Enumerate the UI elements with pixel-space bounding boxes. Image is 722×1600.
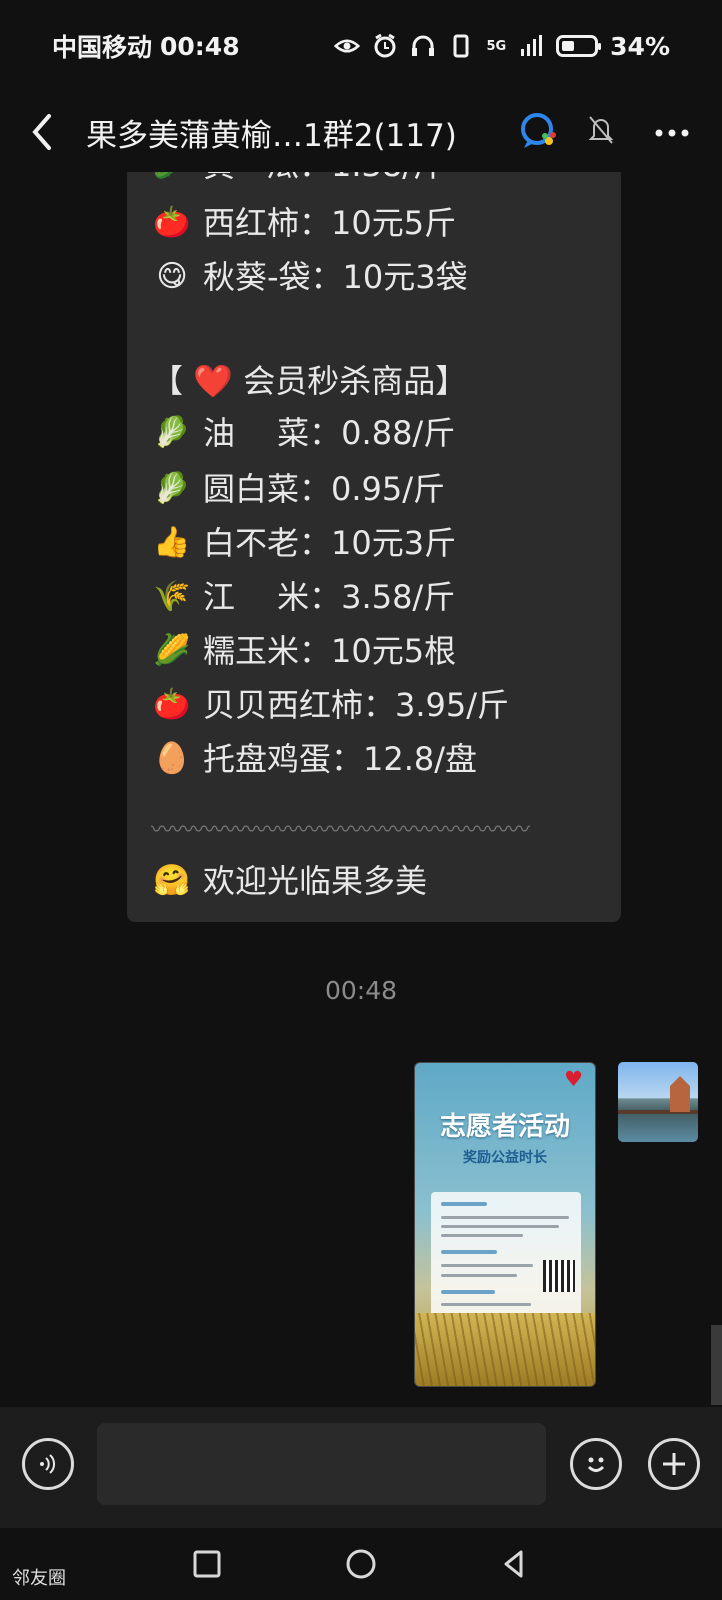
emoji-button[interactable] xyxy=(570,1438,622,1490)
rice-icon: 🌾 xyxy=(153,579,191,614)
section-title: 【 ❤️ 会员秒杀商品】 xyxy=(151,362,468,400)
message-line: 🥬 圆白菜：0.95/斤 xyxy=(151,462,445,516)
thumbs-up-icon: 👍 xyxy=(153,525,191,560)
status-right: 5G 34% xyxy=(334,32,670,61)
tomato-icon: 🍅 xyxy=(153,205,191,240)
poster-card-line xyxy=(441,1274,517,1277)
status-time: 00:48 xyxy=(160,31,240,61)
network-label: 5G xyxy=(486,38,507,54)
message-line: 🍅 贝贝西红柿：3.95/斤 xyxy=(151,678,509,732)
message-text: 油 菜：0.88/斤 xyxy=(203,414,456,452)
phone-battery-icon xyxy=(448,34,474,58)
headphones-icon xyxy=(410,34,436,58)
corn-icon: 🌽 xyxy=(153,633,191,668)
signal-icon xyxy=(518,34,544,58)
square-recent-apps-icon[interactable] xyxy=(191,1548,223,1580)
heart-logo-icon: ♥ xyxy=(564,1067,583,1091)
chat-title: 果多美蒲黄榆…1群2(117) xyxy=(86,117,457,154)
egg-icon: 🥚 xyxy=(153,741,191,776)
voice-input-button[interactable] xyxy=(22,1438,74,1490)
message-line: 🥒 黄 瓜：1.38/斤 xyxy=(151,172,445,192)
message-timestamp: 00:48 xyxy=(324,976,398,1005)
poster-card-line xyxy=(441,1303,531,1306)
sender-photo-avatar[interactable] xyxy=(618,1062,698,1142)
more-icon xyxy=(655,129,689,136)
message-text: 秋葵-袋：10元3袋 xyxy=(203,258,468,296)
message-line: 🌾 江 米：3.58/斤 xyxy=(151,570,455,624)
wavy-divider: 〰〰〰〰〰〰〰〰〰〰〰〰〰〰〰〰〰〰 xyxy=(151,818,530,834)
poster-title: 志愿者活动 xyxy=(439,1112,570,1142)
leafy-green-icon: 🥬 xyxy=(153,471,191,506)
message-text: 黄 瓜：1.38/斤 xyxy=(203,172,445,192)
poster-card-line xyxy=(441,1250,497,1254)
system-navigation-bar: 邻友圈 xyxy=(0,1528,722,1600)
hug-icon: 🤗 xyxy=(153,863,191,898)
incoming-message-bubble[interactable]: 🥒 黄 瓜：1.38/斤 🍅 西红柿：10元5斤 😋 秋葵-袋：10元3袋 【 ❤️ … xyxy=(127,172,621,922)
eye-icon xyxy=(334,34,361,58)
carrier-label: 中国移动 xyxy=(52,33,153,62)
poster-subtitle: 奖励公益时长 xyxy=(463,1150,547,1166)
message-line: 🤗 欢迎光临果多美 xyxy=(151,854,427,908)
chat-area[interactable]: 🥒 黄 瓜：1.38/斤 🍅 西红柿：10元5斤 😋 秋葵-袋：10元3袋 【 ❤️ … xyxy=(0,172,722,1407)
wheat-field-image xyxy=(415,1313,595,1386)
poster-info-card xyxy=(431,1192,581,1332)
message-line: 🍅 西红柿：10元5斤 xyxy=(151,196,456,250)
poster-card-line xyxy=(441,1264,533,1267)
alarm-icon xyxy=(372,33,398,58)
triangle-back-icon[interactable] xyxy=(498,1548,530,1580)
message-text: 欢迎光临果多美 xyxy=(203,862,428,900)
message-text: 托盘鸡蛋：12.8/盘 xyxy=(203,740,478,778)
battery-percent: 34% xyxy=(610,31,670,61)
more-menu-button[interactable] xyxy=(654,123,690,142)
tomato-icon: 🍅 xyxy=(153,687,191,722)
add-attachment-button[interactable] xyxy=(648,1438,700,1490)
message-text: 西红柿：10元5斤 xyxy=(203,204,457,242)
volunteer-poster-image[interactable]: ♥ 志愿者活动 奖励公益时长 xyxy=(414,1062,596,1387)
status-bar: 中国移动 00:48 5G 34% xyxy=(0,0,722,92)
battery-fill xyxy=(562,41,574,51)
mute-bell-icon[interactable] xyxy=(588,115,614,149)
message-input[interactable] xyxy=(97,1423,546,1505)
message-text: 贝贝西红柿：3.95/斤 xyxy=(203,686,510,724)
message-text: 圆白菜：0.95/斤 xyxy=(203,470,446,508)
poster-card-line xyxy=(441,1216,569,1219)
chevron-left-icon xyxy=(32,114,51,150)
message-line: 👍 白不老：10元3斤 xyxy=(151,516,456,570)
poster-card-line xyxy=(441,1234,523,1237)
circle-home-icon[interactable] xyxy=(345,1548,377,1580)
message-line: 😋 秋葵-袋：10元3袋 xyxy=(151,250,468,304)
poster-card-line xyxy=(441,1202,487,1206)
smiley-face-icon xyxy=(587,1457,605,1472)
message-line: 🌽 糯玉米：10元5根 xyxy=(151,624,456,678)
message-line: 🥚 托盘鸡蛋：12.8/盘 xyxy=(151,732,477,786)
poster-card-line xyxy=(441,1225,559,1228)
back-button[interactable] xyxy=(0,92,86,172)
status-left: 中国移动 00:48 xyxy=(52,28,240,64)
header-actions xyxy=(588,115,722,149)
battery-icon xyxy=(556,35,602,57)
message-composer xyxy=(0,1407,722,1528)
message-text: 江 米：3.58/斤 xyxy=(203,578,456,616)
chat-header: 果多美蒲黄榆…1群2(117) xyxy=(0,92,722,172)
scrollbar[interactable] xyxy=(711,1325,722,1405)
message-text: 白不老：10元3斤 xyxy=(203,524,457,562)
group-chat-icon xyxy=(518,111,560,153)
tower-shape xyxy=(670,1076,690,1112)
message-line: 🥬 油 菜：0.88/斤 xyxy=(151,406,455,460)
poster-card-line xyxy=(441,1290,495,1294)
cucumber-icon: 🥒 xyxy=(151,172,193,192)
leafy-green-icon: 🥬 xyxy=(153,415,191,450)
qr-code-icon xyxy=(543,1260,575,1292)
navbar-label: 邻友圈 xyxy=(12,1568,66,1589)
message-text: 糯玉米：10元5根 xyxy=(203,632,457,670)
smiley-icon: 😋 xyxy=(156,259,188,294)
plus-icon xyxy=(663,1453,685,1475)
voice-icon xyxy=(40,1454,56,1474)
